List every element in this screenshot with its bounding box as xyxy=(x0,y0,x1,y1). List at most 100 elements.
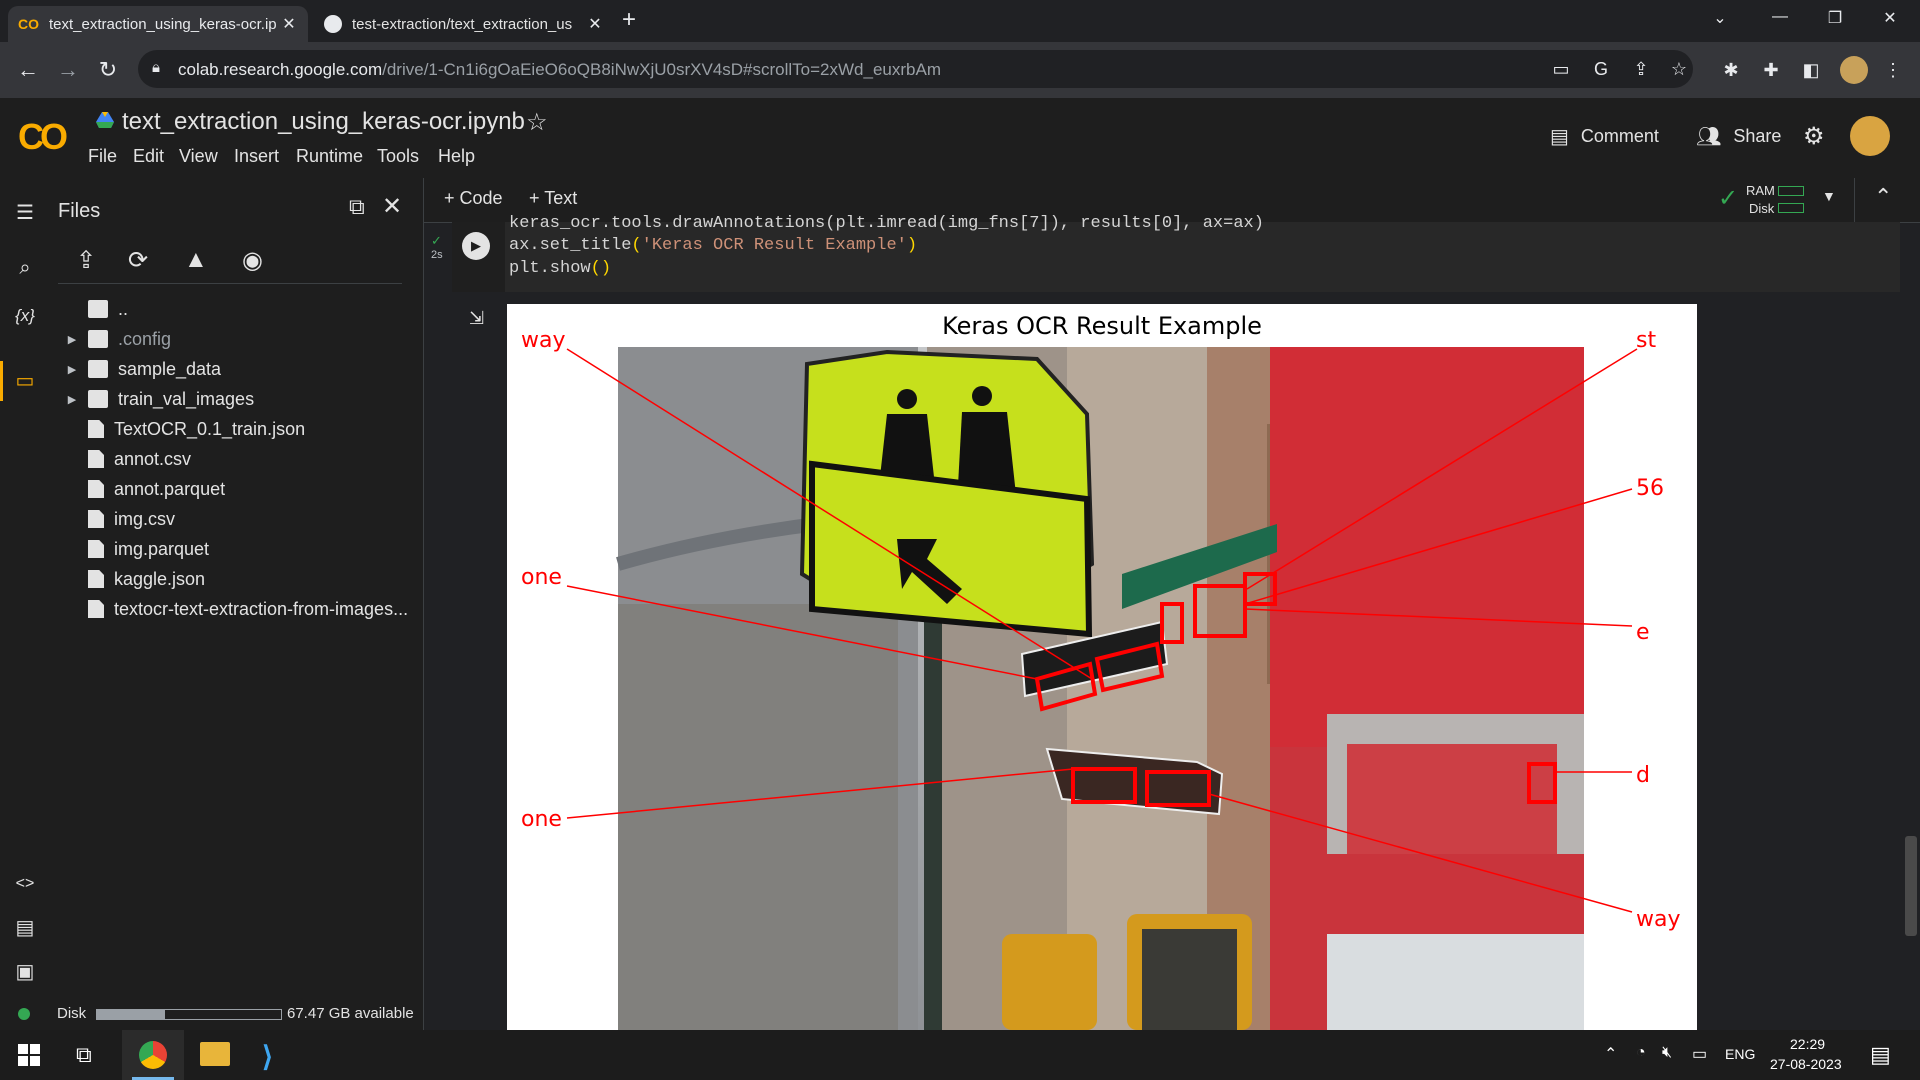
close-panel-icon[interactable]: ✕ xyxy=(382,192,402,221)
browser-tab-colab[interactable]: CO text_extraction_using_keras-ocr.ip ✕ xyxy=(8,6,308,42)
ram-meter xyxy=(1778,186,1804,196)
file-item[interactable]: TextOCR_0.1_train.json xyxy=(56,414,305,444)
file-item-parent[interactable]: .. xyxy=(56,294,128,324)
code-snippets-icon[interactable]: <> xyxy=(0,864,50,904)
menu-help[interactable]: Help xyxy=(438,146,475,167)
expand-arrow-icon[interactable]: ▶ xyxy=(56,393,88,406)
file-item-sample-data[interactable]: ▶ sample_data xyxy=(56,354,221,384)
share-button[interactable]: 👥︎ Share xyxy=(1696,124,1781,149)
file-item[interactable]: annot.parquet xyxy=(56,474,225,504)
open-in-tab-icon[interactable]: ⧉ xyxy=(349,194,365,220)
upload-icon[interactable]: ⇪ xyxy=(76,246,96,275)
address-bar[interactable]: 🔒︎ colab.research.google.com/drive/1-Cn1… xyxy=(138,50,1693,88)
file-item[interactable]: kaggle.json xyxy=(56,564,205,594)
restore-icon[interactable]: ❐ xyxy=(1815,8,1855,32)
google-icon[interactable]: G xyxy=(1588,56,1614,82)
github-icon xyxy=(324,15,342,33)
file-explorer-icon[interactable] xyxy=(200,1042,230,1066)
chrome-icon xyxy=(139,1041,167,1069)
ram-label[interactable]: RAM xyxy=(1746,183,1775,198)
notifications-icon[interactable]: ▤ xyxy=(1870,1042,1891,1068)
add-text-button[interactable]: + Text xyxy=(529,188,577,209)
menu-tools[interactable]: Tools xyxy=(377,146,419,167)
taskbar-chrome[interactable] xyxy=(122,1030,184,1080)
file-icon xyxy=(88,420,104,438)
new-folder-icon[interactable]: ⟳ xyxy=(128,246,148,275)
output-menu-icon[interactable]: ⇲ xyxy=(469,308,484,329)
minimize-icon[interactable]: — xyxy=(1760,8,1800,32)
expand-arrow-icon[interactable]: ▶ xyxy=(56,363,88,376)
file-item[interactable]: annot.csv xyxy=(56,444,191,474)
add-code-button[interactable]: + Code xyxy=(444,188,503,209)
table-of-contents-icon[interactable]: ☰ xyxy=(0,193,50,233)
folder-icon[interactable]: ▭ xyxy=(0,361,50,401)
expand-arrow-icon[interactable]: ▶ xyxy=(56,333,88,346)
comment-icon: ▤ xyxy=(1550,126,1569,148)
browser-tab-github[interactable]: test-extraction/text_extraction_us ✕ xyxy=(314,6,614,42)
file-icon xyxy=(88,540,104,558)
disk-label[interactable]: Disk xyxy=(1749,201,1774,216)
menu-file[interactable]: File xyxy=(88,146,117,167)
cast-icon[interactable]: ▭ xyxy=(1548,56,1574,82)
extension-icon[interactable]: ✱ xyxy=(1718,57,1744,83)
avatar[interactable] xyxy=(1840,56,1868,84)
ocr-label: way xyxy=(1636,907,1681,932)
scrollbar[interactable] xyxy=(1905,836,1917,936)
volume-muted-icon[interactable]: 🔇︎ xyxy=(1662,1044,1672,1062)
code-line: keras_ocr.tools.drawAnnotations(plt.imre… xyxy=(509,214,1264,233)
puzzle-icon[interactable]: ✚ xyxy=(1758,57,1784,83)
menu-insert[interactable]: Insert xyxy=(234,146,279,167)
clock-date[interactable]: 27-08-2023 xyxy=(1770,1056,1842,1072)
code-editor[interactable]: keras_ocr.tools.drawAnnotations(plt.imre… xyxy=(505,214,1900,292)
notebook-title[interactable]: text_extraction_using_keras-ocr.ipynb xyxy=(122,108,525,136)
language-indicator[interactable]: ENG xyxy=(1725,1046,1755,1062)
comment-button[interactable]: ▤ Comment xyxy=(1550,124,1659,149)
battery-icon[interactable]: ▭ xyxy=(1692,1044,1707,1064)
menu-runtime[interactable]: Runtime xyxy=(296,146,363,167)
forward-icon[interactable]: → xyxy=(52,54,84,86)
menu-view[interactable]: View xyxy=(179,146,218,167)
close-tab-icon[interactable]: ✕ xyxy=(586,14,604,34)
bookmark-star-icon[interactable]: ☆ xyxy=(1666,56,1692,82)
share-page-icon[interactable]: ⇪ xyxy=(1628,56,1654,82)
show-hidden-tray-icon[interactable]: ⌃ xyxy=(1604,1044,1617,1064)
colab-logo[interactable]: CO xyxy=(18,116,68,158)
side-panel-icon[interactable]: ◧ xyxy=(1798,57,1824,83)
show-hidden-eye-icon[interactable]: ◉ xyxy=(242,246,263,275)
command-palette-icon[interactable]: ▤ xyxy=(0,908,50,948)
colab-icon: CO xyxy=(18,16,39,32)
tab-search-icon[interactable]: ⌄ xyxy=(1700,8,1740,32)
code-line: plt.show() xyxy=(509,259,612,278)
search-icon[interactable]: ⌕ xyxy=(0,248,50,288)
ocr-label: one xyxy=(521,565,562,590)
wifi-icon[interactable]: ◔ xyxy=(1636,1044,1646,1062)
status-dot xyxy=(18,1008,30,1020)
close-window-icon[interactable]: ✕ xyxy=(1870,8,1910,32)
mount-drive-icon[interactable]: ▲ xyxy=(184,246,208,274)
clock-time[interactable]: 22:29 xyxy=(1790,1036,1825,1052)
file-item[interactable]: textocr-text-extraction-from-images... xyxy=(56,594,408,624)
run-cell-icon[interactable]: ▶ xyxy=(462,232,490,260)
settings-gear-icon[interactable]: ⚙ xyxy=(1803,122,1825,151)
variables-icon[interactable]: {x} xyxy=(0,296,50,336)
file-item[interactable]: img.parquet xyxy=(56,534,209,564)
exec-time: 2s xyxy=(431,249,443,261)
reload-icon[interactable]: ↻ xyxy=(92,54,124,86)
back-icon[interactable]: ← xyxy=(12,54,44,86)
file-item-train-val-images[interactable]: ▶ train_val_images xyxy=(56,384,254,414)
vscode-icon[interactable]: ⟩ xyxy=(262,1040,273,1073)
avatar[interactable] xyxy=(1850,116,1890,156)
close-tab-icon[interactable]: ✕ xyxy=(280,14,298,34)
menu-edit[interactable]: Edit xyxy=(133,146,164,167)
task-view-icon[interactable]: ⧉ xyxy=(76,1042,92,1068)
runtime-dropdown-icon[interactable]: ▼ xyxy=(1822,188,1836,204)
file-item-config[interactable]: ▶ .config xyxy=(56,324,171,354)
new-tab-icon[interactable]: + xyxy=(622,6,636,34)
windows-start-icon[interactable] xyxy=(18,1044,40,1066)
terminal-icon[interactable]: ▣ xyxy=(0,952,50,992)
file-item[interactable]: img.csv xyxy=(56,504,175,534)
browser-menu-icon[interactable]: ⋮ xyxy=(1880,57,1906,83)
star-icon[interactable]: ☆ xyxy=(526,108,548,137)
left-rail: ☰ ⌕ {x} ▭ <> ▤ ▣ xyxy=(0,178,56,1030)
collapse-chevron-up-icon[interactable]: ⌃ xyxy=(1874,184,1892,210)
